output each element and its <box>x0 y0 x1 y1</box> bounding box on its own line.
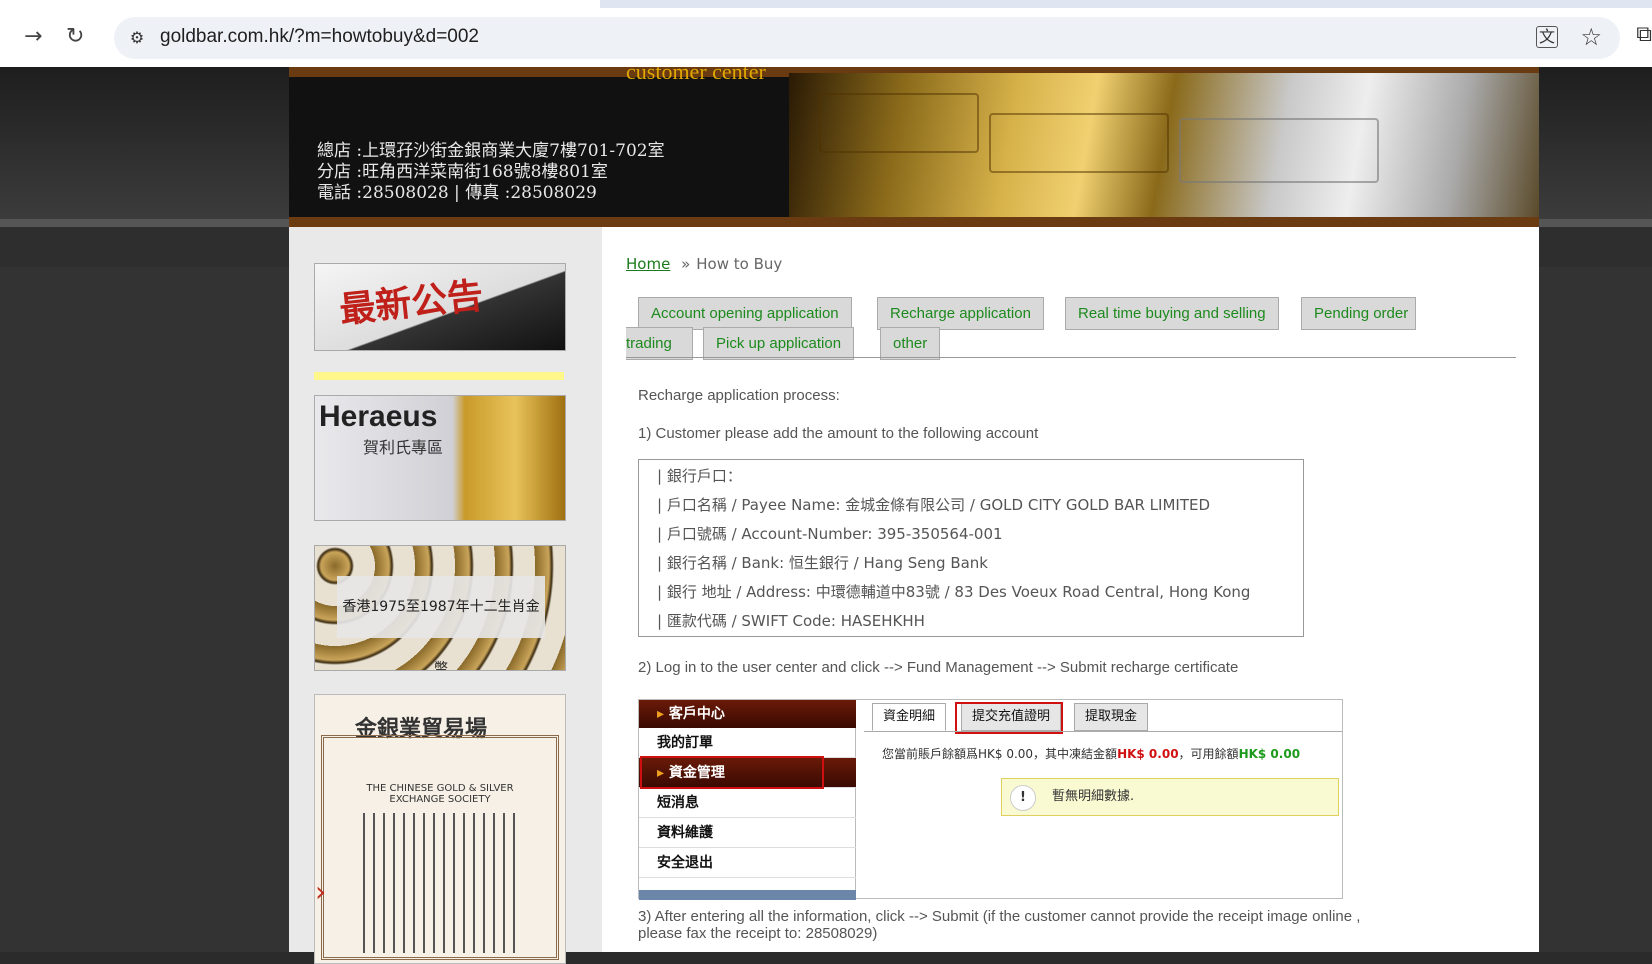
address-line: 總店 :上環孖沙街金銀商業大廈7樓701-702室 <box>317 141 665 161</box>
step-3-cont: please fax the receipt to: 28508029) <box>638 925 878 942</box>
highlight-box <box>955 702 1063 734</box>
tab-pending-order[interactable]: Pending order <box>1301 297 1416 330</box>
announcement-text: 最新公告 <box>337 274 486 332</box>
breadcrumb-home-link[interactable]: Home <box>626 255 670 273</box>
translate-icon[interactable]: 文 <box>1536 26 1558 48</box>
menu-item-orders: 我的訂單 <box>639 728 856 758</box>
customer-center-label: customer center <box>626 67 766 84</box>
heraeus-banner[interactable]: Heraeus 賀利氏專區 <box>314 395 566 521</box>
certificate-text-block <box>355 813 523 953</box>
notice-text: 暫無明細數據. <box>1052 789 1135 804</box>
breadcrumb: Home » How to Buy <box>626 255 782 273</box>
exclamation-icon: ! <box>1010 785 1036 811</box>
account-line: | 銀行 地址 / Address: 中環德輔道中83號 / 83 Des Vo… <box>657 583 1251 601</box>
menu-footer <box>639 890 856 900</box>
highlight-box <box>640 756 824 789</box>
breadcrumb-separator: » <box>681 255 691 273</box>
heraeus-subtitle: 賀利氏專區 <box>363 438 444 457</box>
url-text[interactable]: goldbar.com.hk/?m=howtobuy&d=002 <box>160 26 479 48</box>
heraeus-logo: Heraeus <box>319 400 438 433</box>
site-header: customer center 總店 :上環孖沙街金銀商業大廈7樓701-702… <box>289 67 1539 227</box>
screenshot-tab: 資金明細 <box>872 703 947 731</box>
address-bar[interactable]: ⚙ goldbar.com.hk/?m=howtobuy&d=002 文 ☆ <box>114 17 1620 59</box>
user-menu: ▸ 客戶中心 我的訂單 ▸ 資金管理 短消息 資料維護 安全退出 <box>639 700 856 900</box>
active-tab[interactable] <box>0 0 600 8</box>
extensions-icon[interactable]: ⧉ <box>1636 22 1652 47</box>
balance-line: 您當前賬戶餘額爲HK$ 0.00，其中凍結金額HK$ 0.00，可用餘額HK$ … <box>882 745 1300 762</box>
bank-account-box: | 銀行戶口： | 戶口名稱 / Payee Name: 金城金條有限公司 / … <box>638 459 1304 637</box>
address-line: 電話 :28508028 | 傳真 :28508029 <box>317 183 597 203</box>
content-area: Home » How to Buy Account opening applica… <box>602 227 1539 952</box>
account-line: | 銀行名稱 / Bank: 恒生銀行 / Hang Seng Bank <box>657 554 988 572</box>
tabs-divider <box>626 357 1516 358</box>
site-settings-icon[interactable]: ⚙ <box>126 27 148 49</box>
account-line: | 戶口號碼 / Account-Number: 395-350564-001 <box>657 525 1003 543</box>
step-3: 3) After entering all the information, c… <box>638 908 1361 925</box>
process-title: Recharge application process: <box>638 387 840 404</box>
menu-item-profile: 資料維護 <box>639 818 856 848</box>
account-line: | 銀行戶口： <box>657 467 742 485</box>
announcement-banner[interactable]: 最新公告 <box>314 263 566 351</box>
tab-strip <box>0 0 1652 8</box>
available-amount: HK$ 0.00 <box>1238 747 1301 761</box>
step-2: 2) Log in to the user center and click -… <box>638 659 1239 676</box>
yellow-divider <box>314 372 564 380</box>
menu-head-label: 客戶中心 <box>668 706 725 722</box>
coins-label: 香港1975至1987年十二生肖金幣 <box>337 576 545 670</box>
available-prefix: ，可用餘額 <box>1178 747 1239 761</box>
account-line: | 匯款代碼 / SWIFT Code: HASEHKHH <box>657 612 925 630</box>
main-area: 最新公告 Heraeus 賀利氏專區 香港1975至1987年十二生肖金幣 金銀… <box>289 227 1539 964</box>
tab-account-opening[interactable]: Account opening application <box>638 297 852 330</box>
bookmark-star-icon[interactable]: ☆ <box>1580 23 1602 51</box>
browser-chrome: → ↻ ⚙ goldbar.com.hk/?m=howtobuy&d=002 文… <box>0 0 1652 67</box>
header-bottom-line <box>289 217 1539 227</box>
tab-real-time-trading[interactable]: Real time buying and selling <box>1065 297 1279 330</box>
certificate-banner[interactable]: 金銀業貿易場 THE CHINESE GOLD & SILVER EXCHANG… <box>314 694 566 964</box>
menu-item-messages: 短消息 <box>639 788 856 818</box>
tab-other[interactable]: other <box>880 327 941 360</box>
address-line: 分店 :旺角西洋菜南街168號8樓801室 <box>317 162 608 182</box>
tab-recharge[interactable]: Recharge application <box>877 297 1044 330</box>
header-address: 總店 :上環孖沙街金銀商業大廈7樓701-702室 分店 :旺角西洋菜南街168… <box>317 141 665 204</box>
carousel-arrow-icon[interactable]: › <box>315 875 326 908</box>
forward-icon[interactable]: → <box>24 24 42 50</box>
breadcrumb-current: How to Buy <box>696 255 783 273</box>
screenshot-tab: 提取現金 <box>1074 703 1149 731</box>
screenshot-tab-line <box>864 731 1342 732</box>
account-line: | 戶口名稱 / Payee Name: 金城金條有限公司 / GOLD CIT… <box>657 496 1211 514</box>
tab-pending-order-trading[interactable]: trading <box>626 327 693 360</box>
balance-prefix: 您當前賬戶餘額爲HK$ 0.00，其中凍結金額 <box>882 747 1118 761</box>
zodiac-coins-banner[interactable]: 香港1975至1987年十二生肖金幣 <box>314 545 566 671</box>
sidebar: 最新公告 Heraeus 賀利氏專區 香港1975至1987年十二生肖金幣 金銀… <box>289 227 602 964</box>
menu-head: ▸ 客戶中心 <box>639 700 856 728</box>
web-page: customer center 總店 :上環孖沙街金銀商業大廈7樓701-702… <box>0 67 1652 964</box>
reload-icon[interactable]: ↻ <box>66 24 84 50</box>
no-data-notice: ! 暫無明細數據. <box>1001 778 1339 816</box>
step-1: 1) Customer please add the amount to the… <box>638 425 1039 442</box>
gold-bars-banner <box>789 73 1539 219</box>
menu-item-logout: 安全退出 <box>639 848 856 878</box>
frozen-amount: HK$ 0.00 <box>1117 747 1179 761</box>
tab-pick-up[interactable]: Pick up application <box>703 327 855 360</box>
user-center-screenshot: ▸ 客戶中心 我的訂單 ▸ 資金管理 短消息 資料維護 安全退出 資金明細 提交… <box>638 699 1343 900</box>
